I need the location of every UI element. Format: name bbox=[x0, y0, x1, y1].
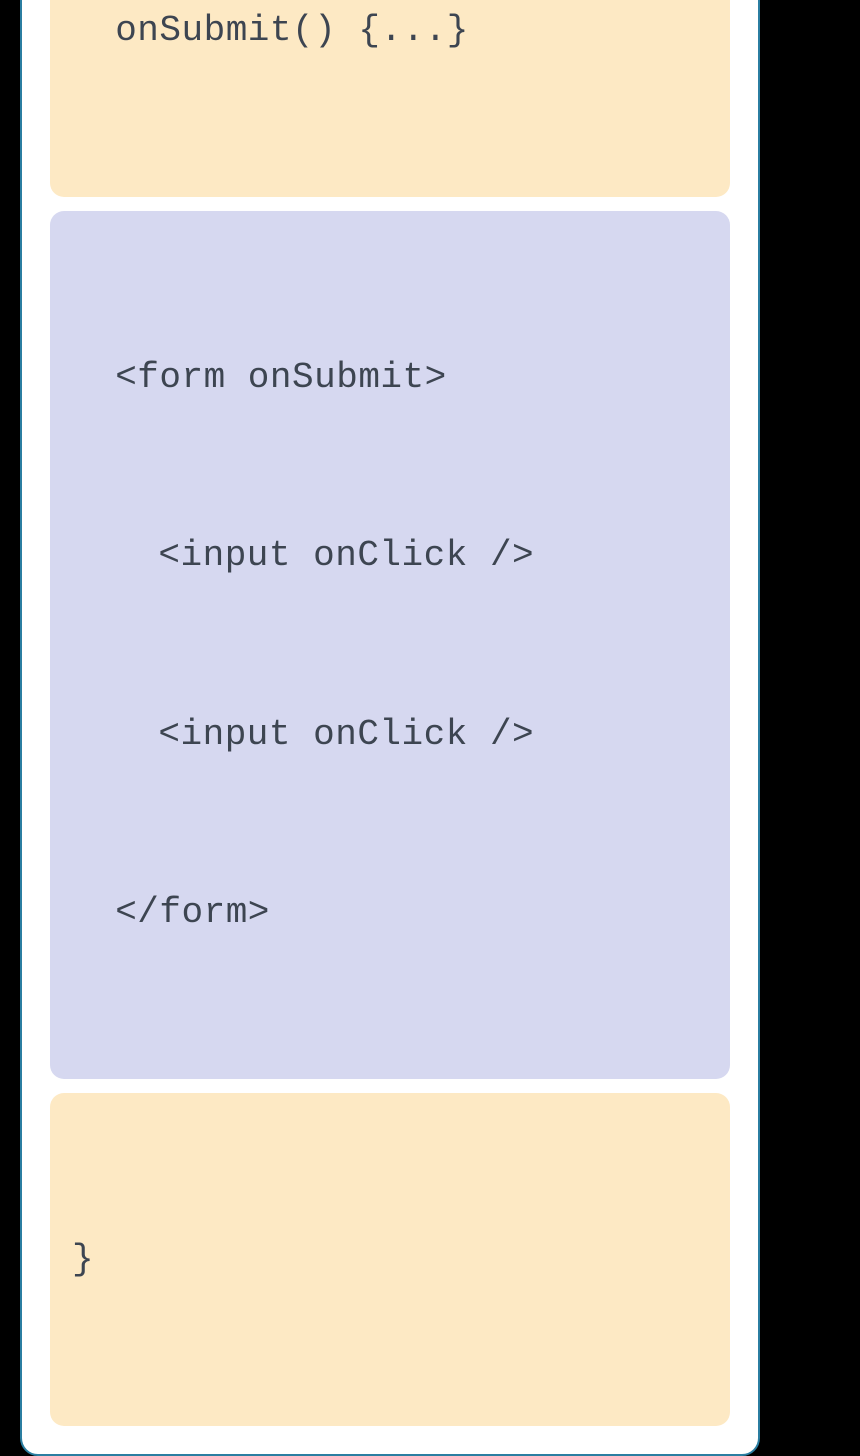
code-diagram-card: Form() { onClick() {...} onSubmit() {...… bbox=[20, 0, 760, 1456]
code-line: </form> bbox=[72, 883, 708, 942]
code-line: onSubmit() {...} bbox=[72, 1, 708, 60]
code-line: <input onClick /> bbox=[72, 526, 708, 585]
form-definition-block: Form() { onClick() {...} onSubmit() {...… bbox=[50, 0, 730, 197]
code-line: } bbox=[72, 1230, 708, 1289]
jsx-render-block: <form onSubmit> <input onClick /> <input… bbox=[50, 211, 730, 1078]
code-line: <input onClick /> bbox=[72, 705, 708, 764]
form-close-block: } bbox=[50, 1093, 730, 1426]
code-line: <form onSubmit> bbox=[72, 348, 708, 407]
